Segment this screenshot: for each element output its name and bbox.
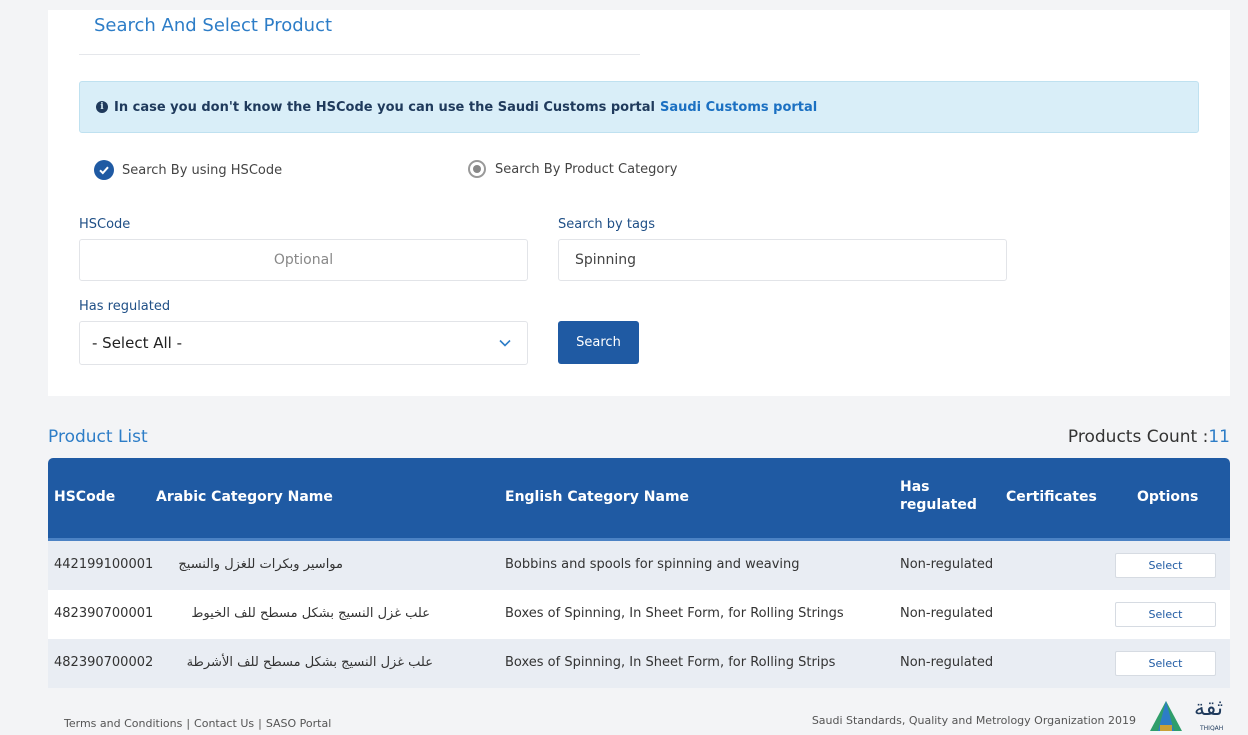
radio-search-category[interactable]: Search By Product Category [468,160,677,178]
cell-hscode: 482390700001 [54,606,154,621]
select-button[interactable]: Select [1115,602,1216,627]
radio-search-hscode[interactable]: Search By using HSCode [94,160,282,180]
col-english: English Category Name [505,489,690,505]
col-regulated: Has regulated [900,478,977,514]
radio-hscode-label: Search By using HSCode [122,162,283,178]
col-hscode: HSCode [54,489,116,505]
table-header: HSCode Arabic Category Name English Cate… [48,458,1230,541]
cell-arabic: مواسير وبكرات للغزل والنسيج [178,557,343,572]
footer-links: Terms and Conditions | Contact Us | SASO Por… [64,717,331,730]
saudi-customs-link[interactable]: Saudi Customs portal [660,100,817,115]
products-count-label: Products Count : [1067,427,1209,447]
regulated-select[interactable]: - Select All - [79,321,528,365]
cell-hscode: 442199100001 [54,557,154,572]
terms-link[interactable]: Terms and Conditions [64,717,182,730]
contact-link[interactable]: Contact Us [194,717,254,730]
cell-english: Boxes of Spinning, In Sheet Form, for Ro… [505,655,836,670]
alert-text: In case you don't know the HSCode you ca… [114,99,655,115]
table-row: 442199100001 مواسير وبكرات للغزل والنسيج… [48,541,1230,590]
products-count-value: 11 [1208,427,1230,447]
cell-regulated: Non-regulated [900,655,994,670]
product-table: HSCode Arabic Category Name English Cate… [48,458,1230,688]
select-button[interactable]: Select [1115,553,1216,578]
thiqah-logo-sub: THIQAH [1200,725,1224,732]
info-icon: i [96,101,108,113]
tags-input[interactable] [558,239,1007,281]
tags-label: Search by tags [558,217,655,232]
thiqah-logo: ثقة [1194,696,1224,721]
col-regulated-line1: Has [900,479,930,495]
table-row: 482390700001 علب غزل النسيج بشكل مسطح لل… [48,590,1230,639]
product-list-title: Product List [48,427,148,447]
checked-circle-icon [94,160,114,180]
select-button[interactable]: Select [1115,651,1216,676]
table-row: 482390700002 علب غزل النسيج بشكل مسطح لل… [48,639,1230,688]
footer-separator: | [258,717,262,730]
info-alert: i In case you don't know the HSCode you … [79,81,1199,133]
cell-arabic: علب غزل النسيج بشكل مسطح للف الخيوط [191,606,430,621]
search-card: Search And Select Product i In case you … [48,10,1230,396]
cell-english: Boxes of Spinning, In Sheet Form, for Ro… [505,606,844,621]
col-certificates: Certificates [1006,489,1097,505]
regulated-label: Has regulated [79,299,171,314]
cell-arabic: علب غزل النسيج بشكل مسطح للف الأشرطة [186,655,433,670]
regulated-selected-value: - Select All - [92,334,182,352]
col-regulated-line2: regulated [900,497,977,513]
footer-separator: | [186,717,191,730]
hscode-label: HSCode [79,217,131,232]
cell-regulated: Non-regulated [900,606,994,621]
radio-category-label: Search By Product Category [495,161,678,177]
products-count: Products Count :11 [1068,427,1230,447]
footer: Terms and Conditions | Contact Us | SASO Por… [0,694,1248,735]
chevron-down-icon [499,339,511,347]
hscode-input[interactable] [79,239,528,281]
cell-english: Bobbins and spools for spinning and weav… [505,557,800,572]
title-divider [79,54,640,55]
col-arabic: Arabic Category Name [156,489,333,505]
radio-icon [468,160,486,178]
col-options: Options [1137,489,1199,505]
footer-org-text: Saudi Standards, Quality and Metrology O… [811,714,1136,727]
search-section-title: Search And Select Product [94,15,333,36]
cell-hscode: 482390700002 [54,655,154,670]
saso-portal-link[interactable]: SASO Portal [266,717,331,730]
search-button[interactable]: Search [558,321,639,364]
cell-regulated: Non-regulated [900,557,994,572]
saso-logo-icon [1150,701,1182,731]
